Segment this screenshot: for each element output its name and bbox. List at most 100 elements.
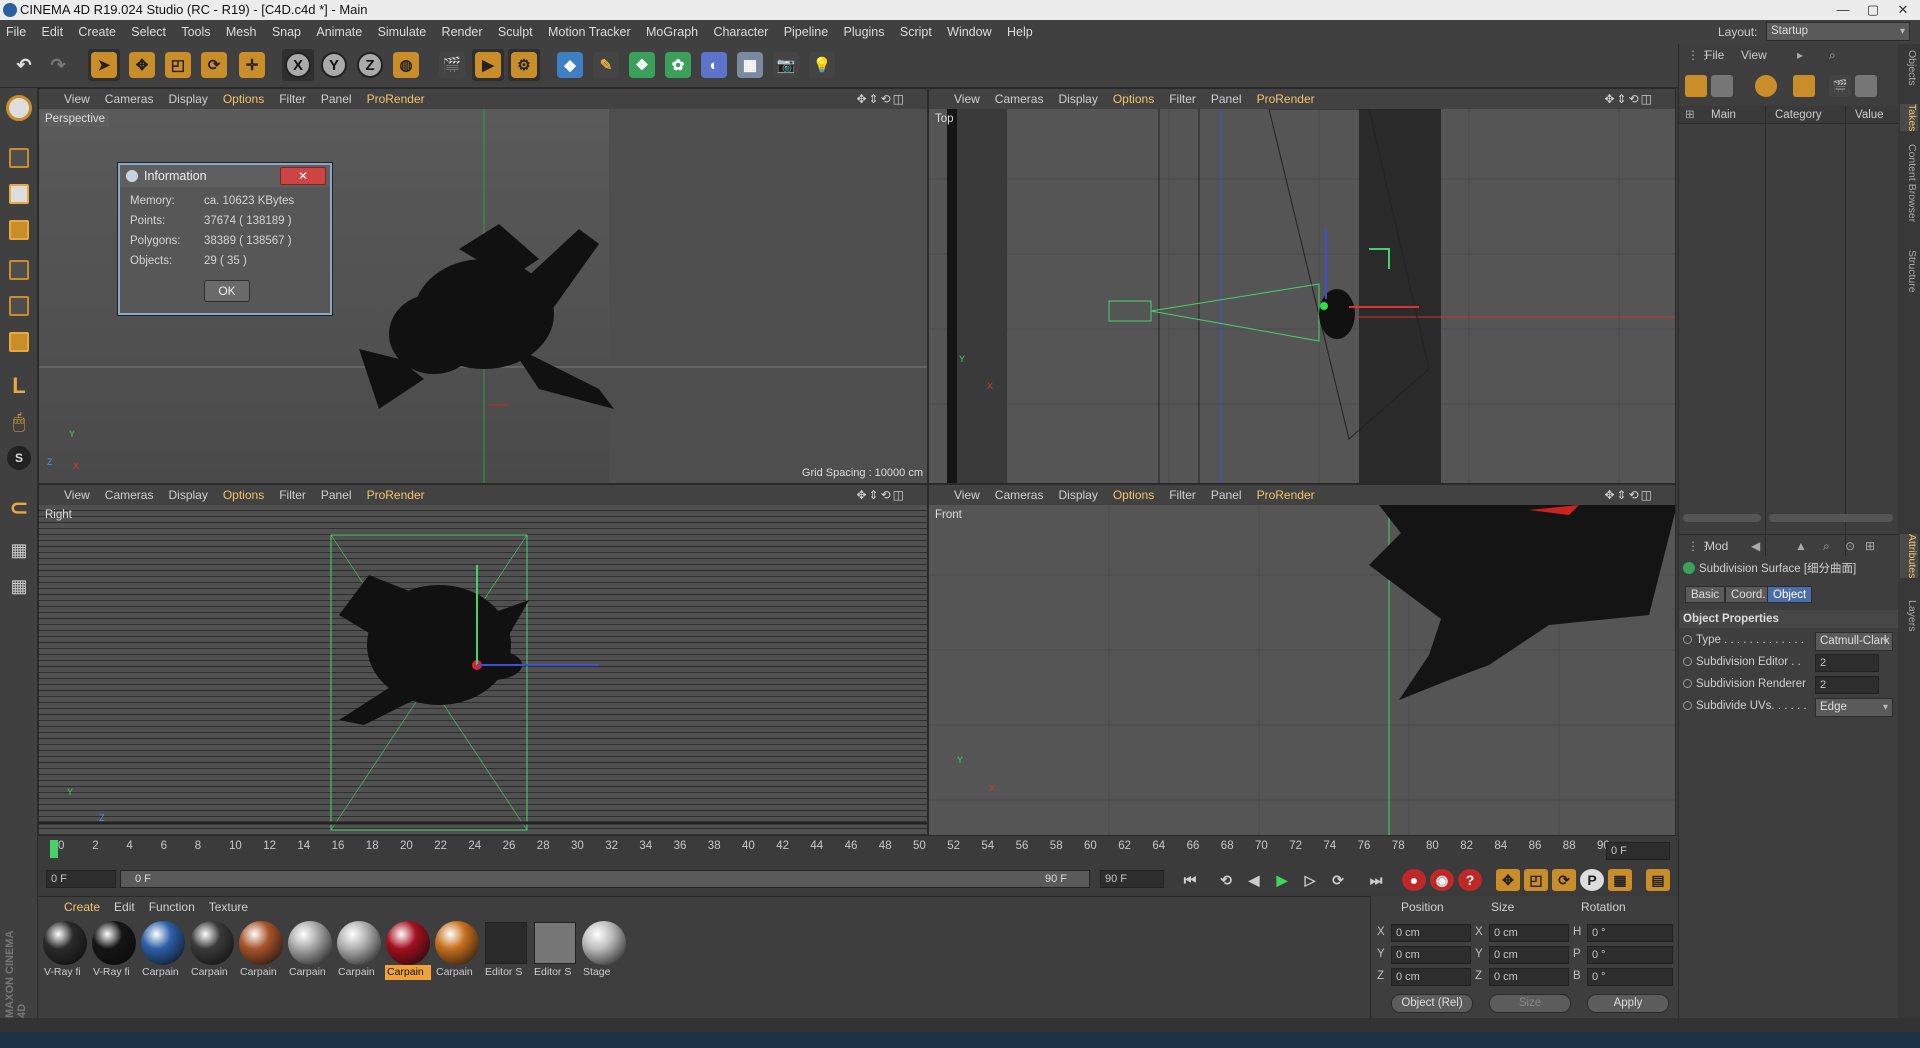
model-mode-button[interactable] (3, 142, 35, 174)
y-axis-lock-button[interactable]: Y (318, 49, 350, 81)
vp-menu-cameras[interactable]: Cameras (105, 485, 154, 505)
solo-mode-button[interactable]: S (3, 442, 35, 474)
top-canvas[interactable]: Y X (929, 108, 1675, 483)
animate-dot-icon[interactable] (1683, 679, 1692, 688)
expand-arrow-icon[interactable]: ▸ (1797, 44, 1803, 66)
previous-frame-icon[interactable]: ◀ (1242, 869, 1266, 891)
take-override-icon[interactable] (1755, 75, 1777, 97)
side-tab-takes[interactable]: Takes (1900, 104, 1918, 132)
cube-object-button[interactable]: ◆ (554, 49, 586, 81)
vp-menu-panel[interactable]: Panel (321, 485, 352, 505)
material-swatch[interactable]: Carpain (434, 921, 480, 983)
attr-back-icon[interactable]: ◀ (1751, 535, 1760, 557)
side-tab-content-browser[interactable]: Content Browser (1900, 144, 1918, 222)
coordinate-system-button[interactable]: ◍ (390, 49, 422, 81)
material-swatch[interactable]: Carpain (336, 921, 382, 983)
rotation-h-field[interactable]: 0 ° (1587, 924, 1673, 942)
record-parameter-icon[interactable]: P (1580, 869, 1604, 891)
redo-icon[interactable]: ↷ (42, 49, 74, 81)
pen-spline-button[interactable]: ✎ (590, 49, 622, 81)
menu-animate[interactable]: Animate (310, 20, 368, 44)
menu-mesh[interactable]: Mesh (220, 20, 263, 44)
vp-menu-panel[interactable]: Panel (1211, 485, 1242, 505)
material-swatch[interactable]: Carpain (287, 921, 333, 983)
info-ok-button[interactable]: OK (204, 280, 250, 302)
size-z-field[interactable]: 0 cm (1489, 968, 1569, 986)
apply-button[interactable]: Apply (1587, 994, 1669, 1013)
points-mode-button[interactable] (3, 254, 35, 286)
position-z-field[interactable]: 0 cm (1391, 968, 1471, 986)
om-menu-view[interactable]: View (1741, 44, 1767, 66)
animate-dot-icon[interactable] (1683, 635, 1692, 644)
information-dialog-title-bar[interactable]: Information ✕ (120, 165, 330, 187)
takes-h-scrollbar-right[interactable] (1769, 514, 1893, 522)
side-tab-structure[interactable]: Structure (1900, 250, 1918, 293)
material-swatch[interactable]: Carpain (189, 921, 235, 983)
mat-menu-texture[interactable]: Texture (209, 897, 248, 917)
vp-menu-panel[interactable]: Panel (321, 89, 352, 109)
vp-menu-prorender[interactable]: ProRender (1257, 89, 1315, 109)
menu-edit[interactable]: Edit (36, 20, 70, 44)
type-dropdown[interactable]: Catmull-Clark (1815, 632, 1893, 651)
close-window-button[interactable]: ✕ (1888, 0, 1918, 20)
play-icon[interactable]: ▶ (1270, 869, 1294, 891)
vp-menu-filter[interactable]: Filter (279, 89, 306, 109)
attr-lock-icon[interactable]: ⊙ (1845, 535, 1855, 557)
record-position-icon[interactable]: ✥ (1496, 869, 1520, 891)
viewport-front[interactable]: Y X View Cameras Display Options Filter Panel… (928, 484, 1676, 836)
vp-menu-options[interactable]: Options (1113, 485, 1154, 505)
position-y-field[interactable]: 0 cm (1391, 946, 1471, 964)
floor-button[interactable]: ▦ (734, 49, 766, 81)
material-swatch[interactable]: Carpain (385, 921, 431, 983)
material-swatch[interactable]: Editor S (483, 921, 529, 983)
next-frame-icon[interactable]: ▷ (1298, 869, 1322, 891)
z-axis-lock-button[interactable]: Z (354, 49, 386, 81)
axis-mode-button[interactable]: L (3, 370, 35, 402)
mat-menu-create[interactable]: Create (64, 897, 100, 917)
menu-sculpt[interactable]: Sculpt (492, 20, 539, 44)
keyframe-selection-icon[interactable]: ? (1458, 869, 1482, 891)
tweak-mode-button[interactable]: 🖱 (3, 406, 35, 438)
material-swatch[interactable]: V-Ray fi (91, 921, 137, 983)
om-menu-file[interactable]: File (1705, 44, 1724, 66)
material-swatch[interactable]: Editor S (532, 921, 578, 983)
vp-menu-filter[interactable]: Filter (1169, 89, 1196, 109)
polygons-mode-button[interactable] (3, 326, 35, 358)
viewport-nav-icons[interactable]: ✥⇕⟲◫ (1604, 485, 1654, 505)
side-tab-objects[interactable]: Objects (1900, 50, 1918, 86)
menu-file[interactable]: File (0, 20, 32, 44)
undo-icon[interactable]: ↶ (8, 49, 40, 81)
menu-simulate[interactable]: Simulate (372, 20, 433, 44)
menu-help[interactable]: Help (1001, 20, 1039, 44)
start-frame-field[interactable]: 0 F (46, 870, 116, 888)
take-lock-icon[interactable] (1855, 75, 1877, 97)
select-tool-button[interactable]: ➤ (88, 49, 120, 81)
om-search-icon[interactable]: ⌕ (1829, 44, 1836, 66)
viewport-right[interactable]: Y Z View Cameras Display Options Filter Panel… (38, 484, 928, 836)
minimize-button[interactable]: — (1828, 0, 1858, 20)
viewport-nav-icons[interactable]: ✥⇕⟲◫ (856, 485, 906, 505)
attr-search-icon[interactable]: ⌕ (1823, 535, 1830, 557)
vp-menu-prorender[interactable]: ProRender (367, 89, 425, 109)
render-settings-button[interactable]: ⚙ (508, 49, 540, 81)
snap-button[interactable]: ⊂ (3, 492, 35, 524)
vp-menu-display[interactable]: Display (1058, 89, 1097, 109)
vp-menu-view[interactable]: View (64, 89, 90, 109)
menu-plugins[interactable]: Plugins (838, 20, 891, 44)
next-key-icon[interactable]: ⟳ (1326, 869, 1350, 891)
subdivision-renderer-field[interactable]: 2 (1815, 676, 1879, 694)
vp-menu-view[interactable]: View (954, 89, 980, 109)
vp-menu-cameras[interactable]: Cameras (105, 89, 154, 109)
takes-h-scrollbar-left[interactable] (1683, 514, 1761, 522)
menu-tools[interactable]: Tools (175, 20, 216, 44)
edges-mode-button[interactable] (3, 290, 35, 322)
menu-snap[interactable]: Snap (266, 20, 307, 44)
position-x-field[interactable]: 0 cm (1391, 924, 1471, 942)
end-frame-field[interactable]: 90 F (1100, 870, 1164, 888)
menu-render[interactable]: Render (436, 20, 489, 44)
vp-menu-filter[interactable]: Filter (1169, 485, 1196, 505)
record-pla-icon[interactable]: ▦ (1608, 869, 1632, 891)
attr-up-icon[interactable]: ▲ (1795, 535, 1807, 557)
array-button[interactable]: ✿ (662, 49, 694, 81)
layout-dropdown[interactable]: Startup (1766, 22, 1910, 41)
